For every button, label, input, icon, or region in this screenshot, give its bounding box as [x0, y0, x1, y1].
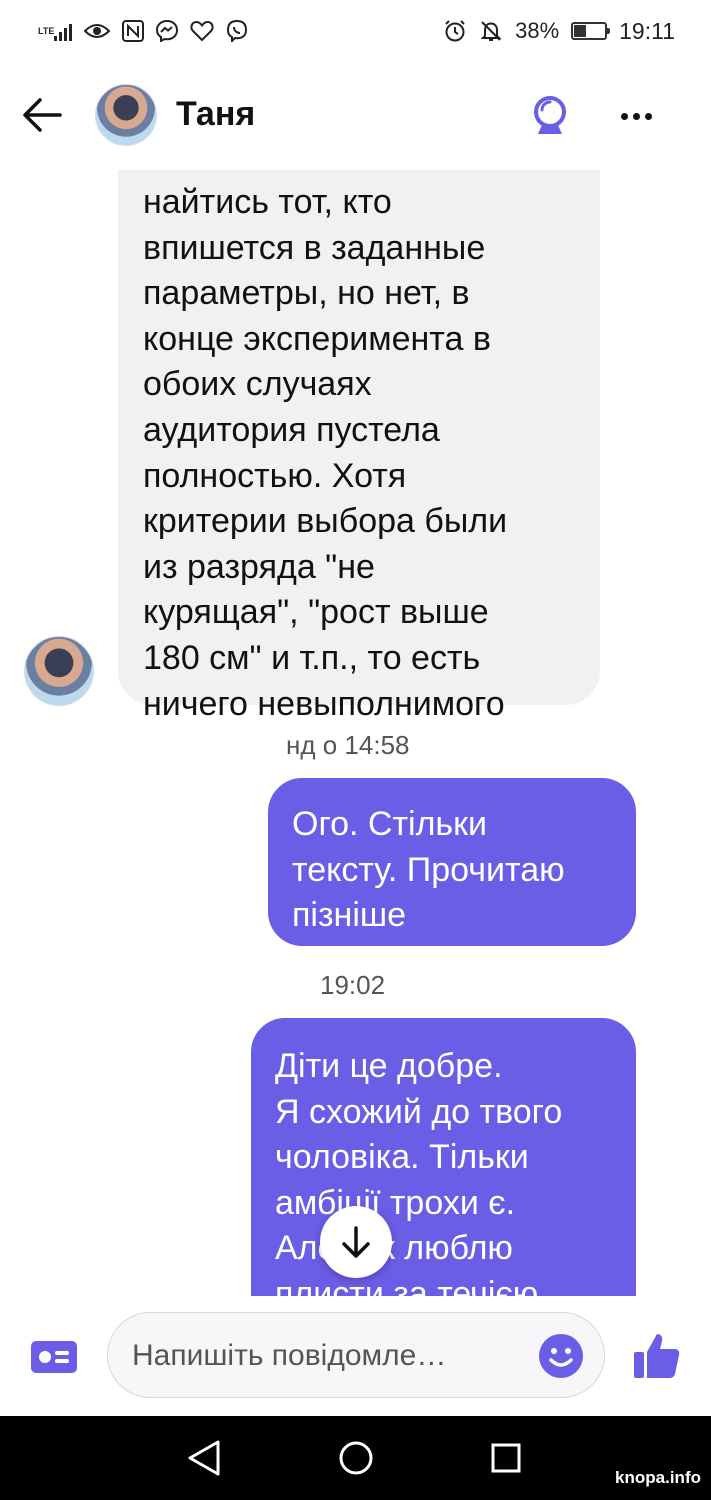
system-nav-bar: knopa.info	[0, 1416, 711, 1500]
contact-card-button[interactable]	[30, 1340, 78, 1374]
timestamp: 19:02	[320, 970, 386, 1000]
status-left: LTE	[38, 20, 248, 42]
watermark: knopa.info	[615, 1468, 701, 1487]
outgoing-message-text: Ого. Стільки тексту. Прочитаю пізніше	[292, 805, 565, 935]
alarm-icon	[443, 19, 467, 43]
status-right: 38% 19:11	[443, 18, 675, 45]
scroll-to-bottom-button[interactable]	[320, 1206, 392, 1278]
battery-percent: 38%	[515, 18, 560, 43]
message-composer	[0, 1296, 711, 1416]
chat-header: Таня	[0, 62, 711, 170]
contact-avatar[interactable]	[95, 84, 157, 146]
triangle-back-icon	[188, 1440, 220, 1476]
more-options-button[interactable]	[616, 98, 656, 134]
status-bar: LTE 38% 19:11	[0, 0, 711, 62]
nav-home-button[interactable]	[338, 1440, 374, 1476]
smiley-icon	[539, 1334, 583, 1378]
chat-thread[interactable]: найтись тот, кто впишется в заданные пар…	[0, 170, 711, 1296]
signal-icon: LTE	[38, 21, 72, 41]
like-button[interactable]	[630, 1330, 682, 1382]
heart-icon	[190, 20, 214, 42]
nfc-icon	[122, 20, 144, 42]
mute-icon	[479, 19, 503, 43]
timestamp: нд о 14:58	[286, 730, 410, 760]
battery-icon	[571, 22, 611, 40]
status-time: 19:11	[619, 17, 675, 44]
back-button[interactable]	[20, 92, 66, 138]
eye-icon	[84, 22, 110, 40]
message-input[interactable]	[132, 1335, 522, 1377]
incoming-message-bubble[interactable]: найтись тот, кто впишется в заданные пар…	[118, 170, 600, 723]
id-card-icon	[31, 1341, 77, 1373]
outgoing-message-bubble[interactable]: Діти це добре. Я схожий до твого чоловік…	[251, 1018, 636, 1296]
crystal-ball-icon	[534, 96, 566, 134]
arrow-down-icon	[342, 1226, 370, 1258]
incoming-message-text: найтись тот, кто впишется в заданные пар…	[143, 183, 508, 723]
circle-home-icon	[339, 1441, 373, 1475]
emoji-button[interactable]	[538, 1333, 584, 1379]
nav-recents-button[interactable]	[490, 1442, 522, 1474]
contact-name[interactable]: Таня	[176, 95, 255, 134]
message-input-container[interactable]	[107, 1312, 605, 1398]
arrow-left-icon	[23, 98, 62, 132]
messenger-icon	[156, 20, 178, 42]
call-button[interactable]	[528, 94, 572, 138]
outgoing-message-bubble[interactable]: Ого. Стільки тексту. Прочитаю пізніше	[268, 778, 636, 946]
viber-icon	[226, 20, 248, 42]
square-recents-icon	[491, 1443, 521, 1473]
nav-back-button[interactable]	[186, 1438, 222, 1478]
thumbs-up-icon	[634, 1334, 680, 1378]
network-type-label: LTE	[38, 25, 55, 36]
sender-avatar[interactable]	[24, 636, 94, 706]
